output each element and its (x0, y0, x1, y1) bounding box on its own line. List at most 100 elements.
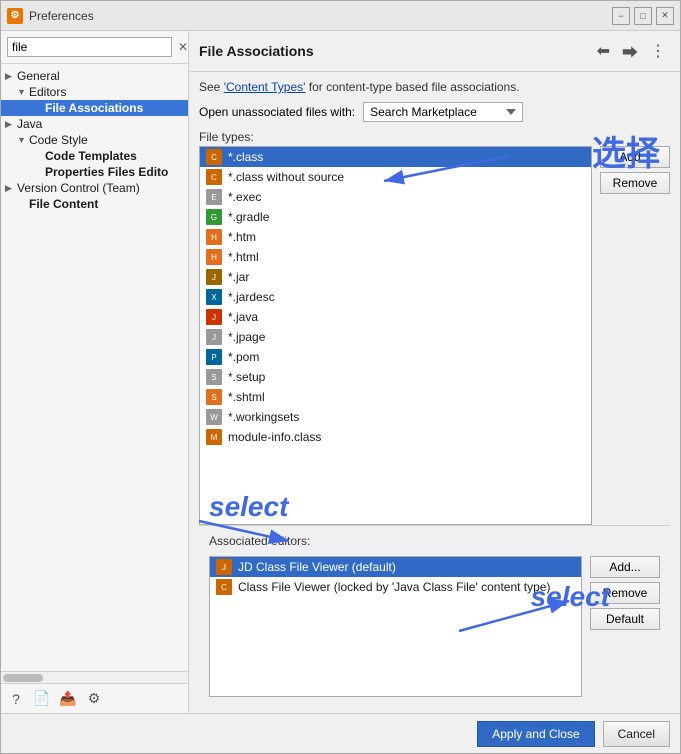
bottom-bar: Apply and Close Cancel (1, 713, 680, 753)
setup-file-icon: S (206, 369, 222, 385)
horizontal-scrollbar[interactable] (1, 671, 188, 683)
list-item[interactable]: C Class File Viewer (locked by 'Java Cla… (210, 577, 581, 597)
java-file-icon: J (206, 309, 222, 325)
help-icon[interactable]: ? (7, 690, 25, 708)
export-icon[interactable]: 📤 (59, 690, 77, 708)
cancel-button[interactable]: Cancel (603, 721, 670, 747)
preferences-tree: ▶ General ▼ Editors ▶ File Associations … (1, 64, 188, 671)
list-item[interactable]: J JD Class File Viewer (default) (210, 557, 581, 577)
main-content: ✕ ▶ General ▼ Editors ▶ File Association… (1, 31, 680, 713)
sidebar-item-code-style[interactable]: ▼ Code Style (1, 132, 188, 148)
list-item[interactable]: C *.class (200, 147, 591, 167)
file-type-name: *.exec (228, 190, 261, 204)
list-item[interactable]: G *.gradle (200, 207, 591, 227)
sidebar-item-code-templates[interactable]: ▶ Code Templates (1, 148, 188, 164)
open-unassoc-label: Open unassociated files with: (199, 105, 355, 119)
sidebar-item-label: File Content (29, 197, 98, 211)
list-item[interactable]: M module-info.class (200, 427, 591, 447)
sidebar-item-label: Code Templates (45, 149, 137, 163)
sidebar-item-label: Version Control (Team) (17, 181, 140, 195)
file-type-name: *.html (228, 250, 259, 264)
file-types-section: File types: C *.class C *.class (199, 130, 670, 525)
chevron-down-icon: ▼ (17, 135, 29, 145)
add-file-type-button[interactable]: Add... (600, 146, 670, 168)
sidebar-item-label: Java (17, 117, 42, 131)
add-editor-button[interactable]: Add... (590, 556, 660, 578)
search-clear-button[interactable]: ✕ (176, 40, 189, 54)
sidebar-item-label: General (17, 69, 60, 83)
maximize-button[interactable]: □ (634, 7, 652, 25)
search-container: ✕ (1, 31, 188, 64)
spacer-icon: ▶ (33, 103, 45, 114)
list-item[interactable]: E *.exec (200, 187, 591, 207)
more-options-button[interactable]: ⋮ (646, 39, 670, 63)
file-type-name: *.java (228, 310, 258, 324)
list-item[interactable]: H *.htm (200, 227, 591, 247)
sidebar-item-properties-files[interactable]: ▶ Properties Files Edito (1, 164, 188, 180)
associated-editors-label: Associated editors: (209, 534, 660, 548)
apply-close-button[interactable]: Apply and Close (477, 721, 594, 747)
scroll-thumb[interactable] (3, 674, 43, 682)
file-types-list[interactable]: C *.class C *.class without source E *.e… (199, 146, 592, 525)
back-button[interactable]: ⬅ (593, 39, 614, 63)
generic-file-icon: E (206, 189, 222, 205)
module-info-file-icon: M (206, 429, 222, 445)
open-unassociated-row: Open unassociated files with: Search Mar… (199, 102, 670, 122)
assoc-editors-row: J JD Class File Viewer (default) C Class… (209, 556, 660, 697)
jpage-file-icon: J (206, 329, 222, 345)
window-title: Preferences (29, 9, 94, 23)
default-editor-button[interactable]: Default (590, 608, 660, 630)
htm-file-icon: H (206, 229, 222, 245)
associated-editors-section: Associated editors: J JD Class File View… (199, 525, 670, 705)
sidebar-item-editors[interactable]: ▼ Editors (1, 84, 188, 100)
file-type-name: *.jardesc (228, 290, 275, 304)
list-item[interactable]: S *.shtml (200, 387, 591, 407)
sidebar-item-label: Code Style (29, 133, 88, 147)
sidebar-item-general[interactable]: ▶ General (1, 68, 188, 84)
pom-file-icon: P (206, 349, 222, 365)
panel-header: File Associations ⬅ ⮕ ⋮ (189, 31, 680, 72)
search-input[interactable] (7, 37, 172, 57)
chevron-right-icon: ▶ (5, 183, 17, 194)
forward-button[interactable]: ⮕ (618, 37, 642, 65)
settings-icon[interactable]: ⚙ (85, 690, 103, 708)
class-file-icon: C (206, 149, 222, 165)
list-item[interactable]: S *.setup (200, 367, 591, 387)
sidebar-item-label: Properties Files Edito (45, 165, 168, 179)
content-types-link[interactable]: 'Content Types' (224, 80, 306, 94)
chevron-right-icon: ▶ (5, 71, 17, 82)
minimize-button[interactable]: − (612, 7, 630, 25)
list-item[interactable]: C *.class without source (200, 167, 591, 187)
title-bar: ⚙ Preferences − □ ✕ (1, 1, 680, 31)
list-item[interactable]: X *.jardesc (200, 287, 591, 307)
shtml-file-icon: S (206, 389, 222, 405)
remove-file-type-button[interactable]: Remove (600, 172, 670, 194)
preferences-window: ⚙ Preferences − □ ✕ ✕ ▶ General (0, 0, 681, 754)
list-item[interactable]: J *.jpage (200, 327, 591, 347)
jd-viewer-icon: J (216, 559, 232, 575)
sidebar-item-file-associations[interactable]: ▶ File Associations (1, 100, 188, 116)
file-types-buttons: Add... Remove (600, 146, 670, 525)
gradle-file-icon: G (206, 209, 222, 225)
associated-editors-list[interactable]: J JD Class File Viewer (default) C Class… (209, 556, 582, 697)
marketplace-dropdown[interactable]: Search Marketplace (363, 102, 523, 122)
list-item[interactable]: P *.pom (200, 347, 591, 367)
sidebar-item-file-content[interactable]: ▶ File Content (1, 196, 188, 212)
remove-editor-button[interactable]: Remove (590, 582, 660, 604)
list-item[interactable]: W *.workingsets (200, 407, 591, 427)
sidebar-item-java[interactable]: ▶ Java (1, 116, 188, 132)
close-button[interactable]: ✕ (656, 7, 674, 25)
file-type-name: *.gradle (228, 210, 269, 224)
list-item[interactable]: J *.jar (200, 267, 591, 287)
chevron-right-icon: ▶ (5, 119, 17, 130)
info-text-before: See (199, 80, 224, 94)
document-icon[interactable]: 📄 (33, 690, 51, 708)
title-bar-left: ⚙ Preferences (7, 8, 94, 24)
sidebar-item-version-control[interactable]: ▶ Version Control (Team) (1, 180, 188, 196)
jardesc-file-icon: X (206, 289, 222, 305)
right-panel: 选择 select select File Associations ⬅ ⮕ ⋮ (189, 31, 680, 713)
list-item[interactable]: J *.java (200, 307, 591, 327)
window-controls: − □ ✕ (612, 7, 674, 25)
list-item[interactable]: H *.html (200, 247, 591, 267)
content-sections: File types: C *.class C *.class (199, 130, 670, 705)
